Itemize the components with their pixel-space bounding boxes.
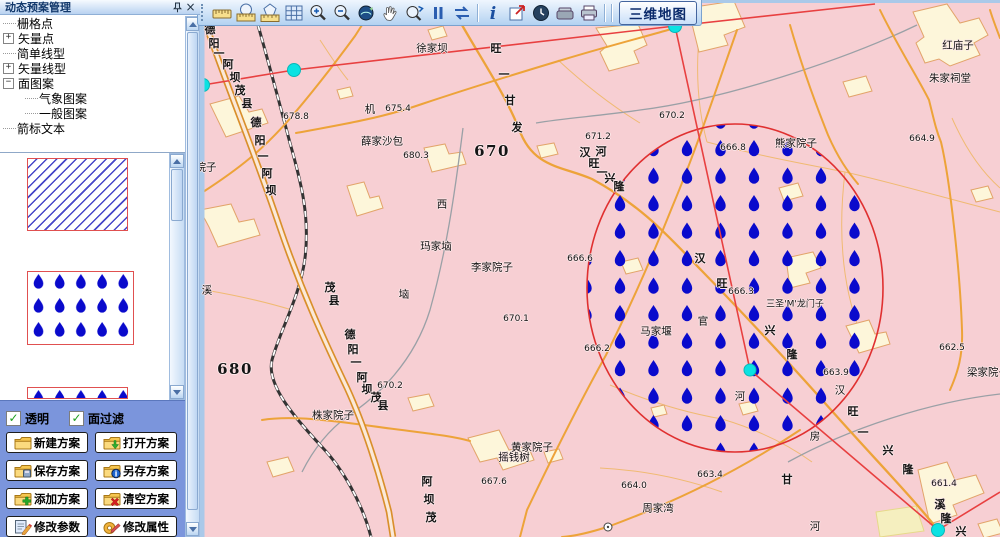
close-icon[interactable]: ×: [184, 1, 197, 14]
map-viewport[interactable]: 678.8675.4680.3670.2671.2666.8664.9662.5…: [200, 0, 1000, 537]
panel-divider: [0, 152, 185, 153]
map-frame-left: [200, 0, 205, 537]
tree-item-面图案[interactable]: −面图案: [0, 76, 184, 91]
folder-save-icon: [14, 463, 32, 479]
tree-item-矢量点[interactable]: +矢量点: [0, 31, 184, 46]
pan-hand-icon[interactable]: [378, 2, 402, 24]
tree-item-箭标文本[interactable]: 箭标文本: [0, 121, 184, 136]
tree-connector: [3, 53, 16, 55]
clock-icon[interactable]: [529, 2, 553, 24]
toolbar-grip[interactable]: [201, 4, 206, 21]
tree-connector: [3, 23, 16, 25]
checkbox-面过滤[interactable]: ✓ 面过滤: [69, 410, 124, 427]
scanner-icon[interactable]: [553, 2, 577, 24]
checkbox-label: 透明: [25, 410, 49, 427]
zoom-in-icon[interactable]: [306, 2, 330, 24]
scroll-down-icon[interactable]: [186, 522, 199, 536]
checkbox-透明[interactable]: ✓ 透明: [6, 410, 49, 427]
swap-arrows-icon[interactable]: [450, 2, 474, 24]
field-patch: [876, 506, 924, 537]
toolbar-separator: [604, 4, 605, 22]
plan-manager-panel: 动态预案管理 × 栅格点+矢量点简单线型+矢量线型−面图案气象图案一般图案箭标文…: [0, 0, 200, 537]
edit-params-icon: [14, 519, 32, 535]
zoom-out-icon[interactable]: [330, 2, 354, 24]
panel-header: 动态预案管理 ×: [0, 0, 200, 15]
folder-new-button[interactable]: 新建方案: [6, 432, 88, 453]
pattern-swatch-list: [0, 153, 169, 400]
plan-controls: ✓ 透明 ✓ 面过滤 新建方案 打开方案保存方案 i 另存方案添加方案 清空方案修改参数 修改属…: [0, 400, 185, 537]
checkbox-box[interactable]: ✓: [6, 411, 21, 426]
edit-props-icon: [103, 519, 121, 535]
expand-icon[interactable]: +: [3, 63, 14, 74]
measure-area-icon[interactable]: [234, 2, 258, 24]
measure-polygon-icon[interactable]: [258, 2, 282, 24]
zoom-extent-icon[interactable]: [402, 2, 426, 24]
button-label: 另存方案: [123, 463, 169, 479]
edit-props-button[interactable]: 修改属性: [95, 516, 177, 537]
globe-icon[interactable]: [354, 2, 378, 24]
toolbar-separator: [611, 4, 612, 22]
folder-new-icon: [14, 435, 32, 451]
folder-plus-button[interactable]: 添加方案: [6, 488, 88, 509]
collapse-icon[interactable]: −: [3, 78, 14, 89]
tree-item-栅格点[interactable]: 栅格点: [0, 16, 184, 31]
grid-icon[interactable]: [282, 2, 306, 24]
tree-connector: [3, 128, 16, 130]
map-canvas[interactable]: [200, 0, 1000, 537]
hatch-pattern-swatch[interactable]: [27, 158, 128, 231]
pattern-region[interactable]: [587, 124, 883, 452]
expand-icon[interactable]: +: [3, 33, 14, 44]
panel-title: 动态预案管理: [5, 0, 171, 15]
folder-clear-icon: [103, 491, 121, 507]
checkbox-box[interactable]: ✓: [69, 411, 84, 426]
svg-text:i: i: [115, 469, 118, 478]
drops-pattern-swatch[interactable]: [27, 271, 134, 345]
road-marker-dot: [607, 526, 609, 528]
button-label: 修改属性: [123, 519, 169, 535]
map-3d-button[interactable]: 三维地图: [619, 1, 697, 25]
pin-icon[interactable]: [171, 1, 184, 14]
folder-save-button[interactable]: 保存方案: [6, 460, 88, 481]
pause-icon[interactable]: [426, 2, 450, 24]
map-toolbar: i 三维地图: [197, 0, 702, 26]
toolbar-separator: [477, 4, 478, 22]
scroll-down-icon[interactable]: [170, 385, 184, 399]
button-label: 新建方案: [34, 435, 80, 451]
measure-distance-icon[interactable]: [210, 2, 234, 24]
button-label: 修改参数: [34, 519, 80, 535]
tree-connector: [25, 98, 38, 100]
button-label: 清空方案: [123, 491, 169, 507]
tree-item-矢量线型[interactable]: +矢量线型: [0, 61, 184, 76]
button-label: 添加方案: [34, 491, 80, 507]
edit-params-button[interactable]: 修改参数: [6, 516, 88, 537]
checkbox-label: 面过滤: [88, 410, 124, 427]
swatch-scrollbar[interactable]: [169, 153, 185, 400]
folder-open-arrow-icon: [103, 435, 121, 451]
folder-clear-button[interactable]: 清空方案: [95, 488, 177, 509]
button-label: 保存方案: [34, 463, 80, 479]
panel-scrollbar[interactable]: [185, 16, 200, 537]
tree-connector: [25, 113, 38, 115]
tree-item-label: 箭标文本: [17, 120, 65, 137]
folder-plus-icon: [14, 491, 32, 507]
tree-item-简单线型[interactable]: 简单线型: [0, 46, 184, 61]
tree-item-一般图案[interactable]: 一般图案: [0, 106, 184, 121]
partial-pattern-swatch[interactable]: [27, 387, 128, 399]
panel-scrollbar-thumb[interactable]: [187, 32, 198, 510]
info-icon[interactable]: i: [481, 2, 505, 24]
swatch-scrollbar-thumb[interactable]: [171, 169, 183, 221]
printer-icon[interactable]: [577, 2, 601, 24]
button-label: 打开方案: [123, 435, 169, 451]
folder-info-icon: i: [103, 463, 121, 479]
export-icon[interactable]: [505, 2, 529, 24]
tree-item-气象图案[interactable]: 气象图案: [0, 91, 184, 106]
layer-tree: 栅格点+矢量点简单线型+矢量线型−面图案气象图案一般图案箭标文本: [0, 16, 184, 152]
folder-open-arrow-button[interactable]: 打开方案: [95, 432, 177, 453]
svg-text:i: i: [490, 4, 496, 24]
scroll-up-icon[interactable]: [170, 154, 184, 168]
folder-info-button[interactable]: i 另存方案: [95, 460, 177, 481]
